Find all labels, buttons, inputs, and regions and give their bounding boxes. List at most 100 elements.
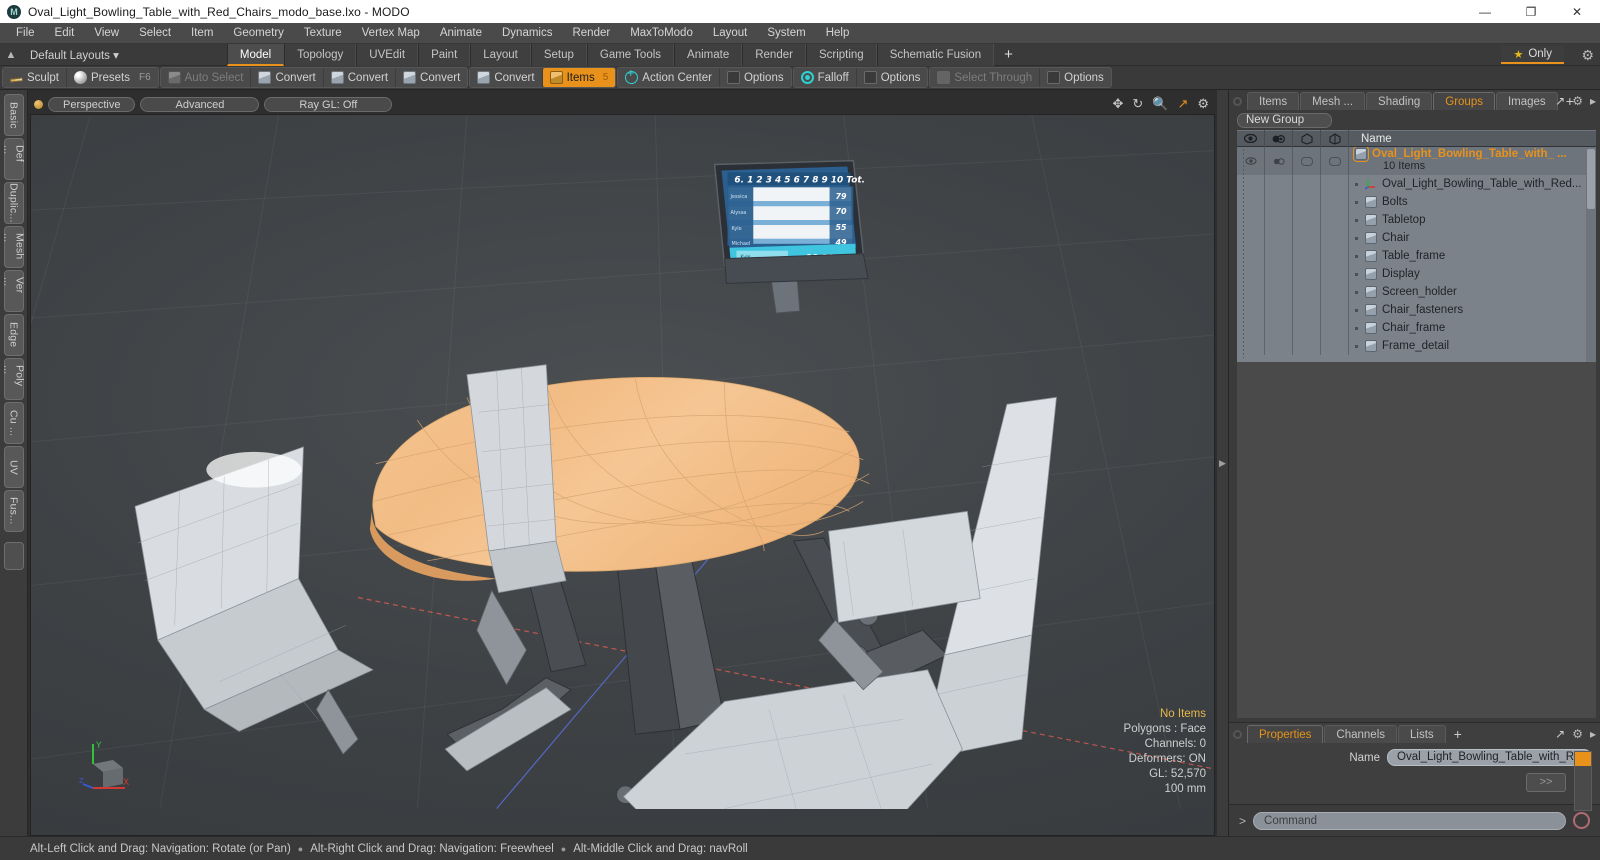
command-input[interactable]: Command	[1253, 811, 1566, 830]
row-toggle-cell[interactable]	[1293, 193, 1321, 211]
properties-tab-properties[interactable]: Properties	[1247, 725, 1324, 743]
row-toggle-cell[interactable]	[1293, 265, 1321, 283]
menu-item-item[interactable]: Item	[181, 23, 223, 44]
row-toggle-cell[interactable]	[1293, 319, 1321, 337]
layout-tab-paint[interactable]: Paint	[418, 43, 471, 66]
minimize-button[interactable]: —	[1462, 0, 1508, 23]
name-field[interactable]: Oval_Light_Bowling_Table_with_Red_C	[1387, 749, 1592, 766]
row-toggle-cell[interactable]	[1237, 211, 1265, 229]
row-toggle-cell[interactable]	[1321, 247, 1349, 265]
viewport-menu-dot-icon[interactable]	[34, 99, 43, 109]
row-toggle-cell[interactable]	[1237, 319, 1265, 337]
action-center-button[interactable]: Action Center	[618, 67, 720, 87]
record-icon[interactable]	[1573, 812, 1590, 829]
auto-select-button[interactable]: Auto Select	[161, 68, 252, 87]
collapse-arrow-icon[interactable]: ▲	[0, 49, 22, 61]
layout-tab-schematic-fusion[interactable]: Schematic Fusion	[876, 43, 995, 66]
row-toggle-cell[interactable]	[1321, 229, 1349, 247]
row-toggle-cell[interactable]	[1321, 211, 1349, 229]
layout-tab-topology[interactable]: Topology	[284, 43, 357, 66]
row-toggle-cell[interactable]	[1293, 211, 1321, 229]
rotate-icon[interactable]: ↻	[1132, 96, 1143, 112]
list-item-row[interactable]: Screen_holder	[1237, 283, 1596, 301]
list-item-row[interactable]: Chair_fasteners	[1237, 301, 1596, 319]
layout-tab-game-tools[interactable]: Game Tools	[586, 43, 675, 66]
left-tab-def[interactable]: Def ...	[2, 138, 26, 180]
row-toggle-cell[interactable]	[1293, 283, 1321, 301]
scrollbar-thumb[interactable]	[1587, 149, 1595, 209]
left-tab-basic[interactable]: Basic	[3, 94, 24, 136]
falloff-button[interactable]: Falloff	[794, 68, 857, 87]
gear-icon[interactable]: ⚙	[1581, 47, 1594, 64]
move-icon[interactable]: ✥	[1112, 96, 1123, 112]
convert-item-button[interactable]: Convert	[470, 68, 543, 87]
menu-item-file[interactable]: File	[6, 23, 45, 44]
row-toggle-cell[interactable]	[1237, 175, 1265, 193]
viewport-shading-dropdown[interactable]: Advanced	[140, 96, 260, 112]
row-toggle-cell[interactable]	[1237, 229, 1265, 247]
viewport-mode-dropdown[interactable]: Perspective	[48, 96, 136, 112]
layout-tab-render[interactable]: Render	[742, 43, 806, 66]
row-toggle-cell[interactable]	[1321, 319, 1349, 337]
palette-tab-mesh[interactable]: Mesh ...	[1300, 92, 1366, 110]
row-toggle-cell[interactable]	[1237, 247, 1265, 265]
row-toggle-cell[interactable]	[1321, 283, 1349, 301]
close-button[interactable]: ✕	[1554, 0, 1600, 23]
layout-tab-animate[interactable]: Animate	[674, 43, 743, 66]
list-item-row[interactable]: Display	[1237, 265, 1596, 283]
item-list-scrollbar[interactable]	[1586, 147, 1596, 362]
column-wireframe-header[interactable]	[1293, 130, 1321, 147]
menu-item-vertex-map[interactable]: Vertex Map	[352, 23, 430, 44]
gear-icon[interactable]: ⚙	[1572, 727, 1583, 741]
layout-tab-setup[interactable]: Setup	[530, 43, 587, 66]
properties-tab-channels[interactable]: Channels	[1324, 725, 1398, 743]
only-toggle-button[interactable]: ★ Only	[1501, 46, 1564, 64]
menu-item-system[interactable]: System	[757, 23, 815, 44]
zoom-icon[interactable]: 🔍	[1152, 96, 1168, 112]
fit-icon[interactable]: ↗	[1177, 96, 1188, 112]
row-wireframe-toggle[interactable]	[1293, 147, 1321, 175]
viewport-raygl-dropdown[interactable]: Ray GL: Off	[264, 96, 393, 112]
palette-tab-shading[interactable]: Shading	[1366, 92, 1433, 110]
left-tab-fus[interactable]: Fus...	[3, 490, 24, 532]
column-shade-header[interactable]	[1321, 130, 1349, 147]
palette-tab-groups[interactable]: Groups	[1433, 92, 1495, 110]
left-tab-mesh[interactable]: Mesh ...	[2, 226, 26, 268]
select-through-button[interactable]: Select Through	[930, 68, 1041, 87]
row-toggle-cell[interactable]	[1265, 265, 1293, 283]
axis-gizmo[interactable]: Y X Z	[79, 738, 139, 793]
layout-tab-uvedit[interactable]: UVEdit	[356, 43, 419, 66]
menu-item-help[interactable]: Help	[816, 23, 860, 44]
expand-icon[interactable]: ↗	[1555, 727, 1565, 741]
3d-viewport[interactable]: 6. 1 2 3 4 5 6 7 8 9 10 Tot. 79 70 55 49…	[30, 114, 1215, 836]
menu-item-layout[interactable]: Layout	[703, 23, 758, 44]
menu-item-texture[interactable]: Texture	[294, 23, 352, 44]
left-tab-edge[interactable]: Edge	[3, 314, 24, 356]
row-visible-toggle[interactable]	[1237, 147, 1265, 175]
list-item-row[interactable]: Bolts	[1237, 193, 1596, 211]
expand-properties-button[interactable]: >>	[1526, 773, 1566, 792]
menu-item-dynamics[interactable]: Dynamics	[492, 23, 562, 44]
chevron-right-icon[interactable]: ▸	[1590, 727, 1596, 741]
row-toggle-cell[interactable]	[1293, 229, 1321, 247]
expand-icon[interactable]: ↗	[1555, 94, 1565, 108]
panel-collapse-handle[interactable]: ▶	[1217, 90, 1228, 836]
row-toggle-cell[interactable]	[1293, 175, 1321, 193]
menu-item-view[interactable]: View	[84, 23, 129, 44]
chevron-right-icon[interactable]: ▸	[1590, 94, 1596, 108]
row-toggle-cell[interactable]	[1265, 229, 1293, 247]
add-layout-tab-button[interactable]: +	[994, 44, 1023, 66]
row-toggle-cell[interactable]	[1265, 211, 1293, 229]
row-toggle-cell[interactable]	[1265, 247, 1293, 265]
items-mode-button[interactable]: Items 5	[542, 68, 616, 87]
gear-icon[interactable]: ⚙	[1572, 94, 1583, 108]
palette-menu-dot-icon[interactable]	[1233, 97, 1242, 106]
left-tab-ver[interactable]: Ver ...	[2, 270, 26, 312]
list-item-row[interactable]: Chair_frame	[1237, 319, 1596, 337]
palette-tab-items[interactable]: Items	[1247, 92, 1300, 110]
row-toggle-cell[interactable]	[1321, 265, 1349, 283]
column-render-header[interactable]	[1265, 130, 1293, 147]
list-item-row[interactable]: Table_frame	[1237, 247, 1596, 265]
menu-item-edit[interactable]: Edit	[45, 23, 85, 44]
row-toggle-cell[interactable]	[1293, 337, 1321, 355]
